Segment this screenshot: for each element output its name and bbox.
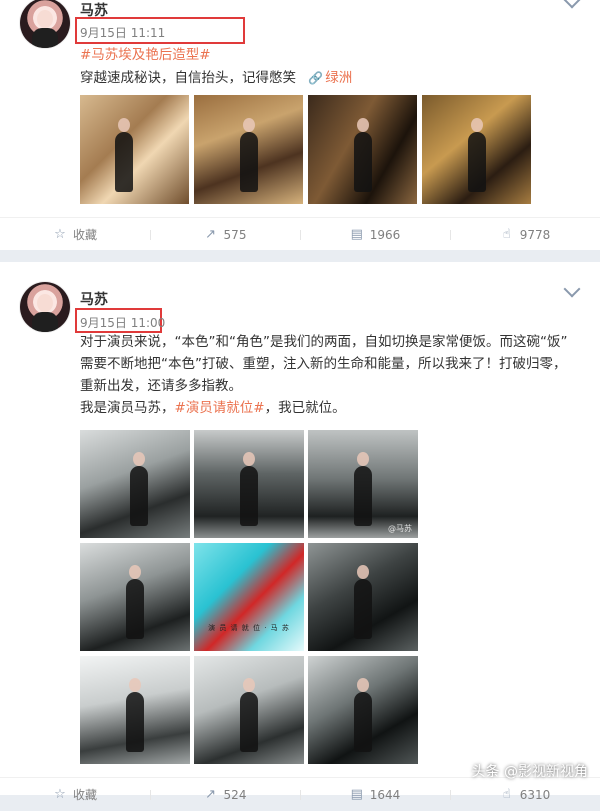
comment-button[interactable]: ▤ 1966 xyxy=(300,226,450,242)
avatar[interactable] xyxy=(20,282,70,332)
repost-icon: ↗ xyxy=(205,226,216,242)
photo-thumbnail[interactable] xyxy=(308,543,418,651)
post-body: 穿越速成秘诀，自信抬头，记得憋笑 xyxy=(80,70,296,86)
username[interactable]: 马苏 xyxy=(80,289,108,309)
photo-thumbnail[interactable] xyxy=(194,430,304,538)
photo-thumbnail[interactable]: @马苏 xyxy=(308,430,418,538)
post-time[interactable]: 9月15日 11:00 xyxy=(80,314,165,331)
action-bar: ☆ 收藏 ↗ 575 ▤ 1966 ☝ 9778 xyxy=(0,217,600,251)
photo-thumbnail[interactable] xyxy=(194,656,304,764)
thumbs-up-icon: ☝ xyxy=(502,226,511,242)
photo-thumbnail[interactable] xyxy=(80,543,190,651)
comment-icon: ▤ xyxy=(350,226,363,242)
post-paragraph-line: 需要不断地把“本色”打破、重塑，注入新的生命和能量，所以我来了！打破归零， xyxy=(80,356,567,372)
source-watermark: 头条 @影视新视角 xyxy=(471,764,588,780)
chevron-down-icon[interactable] xyxy=(563,0,581,9)
action-bar: ☆ 收藏 ↗ 524 ▤ 1644 ☝ 6310 xyxy=(0,777,600,811)
photo-thumbnail[interactable] xyxy=(308,95,417,204)
post-paragraph-line: 重新出发，还请多多指教。 xyxy=(80,378,242,394)
post-card-2: 马苏 9月15日 11:00 对于演员来说，“本色”和“角色”是我们的两面，自如… xyxy=(0,262,600,802)
post-text: 穿越速成秘诀，自信抬头，记得憋笑 🔗 绿洲 xyxy=(80,67,585,89)
photo-thumbnail[interactable] xyxy=(422,95,531,204)
photo-thumbnail[interactable] xyxy=(80,430,190,538)
photo-thumbnail[interactable] xyxy=(80,656,190,764)
avatar[interactable] xyxy=(20,0,70,48)
post-card-1: 马苏 9月15日 11:11 #马苏埃及艳后造型# 穿越速成秘诀，自信抬头，记得… xyxy=(0,0,600,250)
repost-count: 575 xyxy=(223,227,247,242)
photo-thumbnail[interactable]: 演 员 请 就 位 · 马 苏 xyxy=(194,543,304,651)
location-link[interactable]: 绿洲 xyxy=(325,70,352,86)
photo-thumbnail[interactable] xyxy=(80,95,189,204)
like-button[interactable]: ☝ 9778 xyxy=(450,226,600,242)
photo-thumbnail[interactable] xyxy=(194,95,303,204)
link-icon: 🔗 xyxy=(308,71,324,85)
topic-link[interactable]: #马苏埃及艳后造型# xyxy=(80,44,585,66)
favorite-button[interactable]: ☆ 收藏 xyxy=(0,226,150,243)
line-prefix: 我是演员马苏， xyxy=(80,400,175,416)
repost-button[interactable]: ↗ 575 xyxy=(150,226,300,242)
star-icon: ☆ xyxy=(54,226,66,242)
photo-thumbnail[interactable] xyxy=(308,656,418,764)
chevron-down-icon[interactable] xyxy=(563,280,581,298)
topic-hashtag[interactable]: #演员请就位# xyxy=(175,400,265,416)
post-text: 对于演员来说，“本色”和“角色”是我们的两面，自如切换是家常便饭。而这碗“饭” … xyxy=(80,331,585,419)
like-count: 9778 xyxy=(519,227,551,242)
post-paragraph-line: 我是演员马苏，#演员请就位#，我已就位。 xyxy=(80,397,585,419)
comment-count: 1966 xyxy=(369,227,401,242)
post-time[interactable]: 9月15日 11:11 xyxy=(80,24,165,41)
topic-hashtag[interactable]: #马苏埃及艳后造型# xyxy=(80,47,211,63)
line-suffix: ，我已就位。 xyxy=(264,400,346,416)
photo-watermark: @马苏 xyxy=(388,524,412,533)
post-paragraph-line: 对于演员来说，“本色”和“角色”是我们的两面，自如切换是家常便饭。而这碗“饭” xyxy=(80,334,568,350)
art-caption: 演 员 请 就 位 · 马 苏 xyxy=(208,624,290,632)
favorite-label: 收藏 xyxy=(72,228,97,242)
